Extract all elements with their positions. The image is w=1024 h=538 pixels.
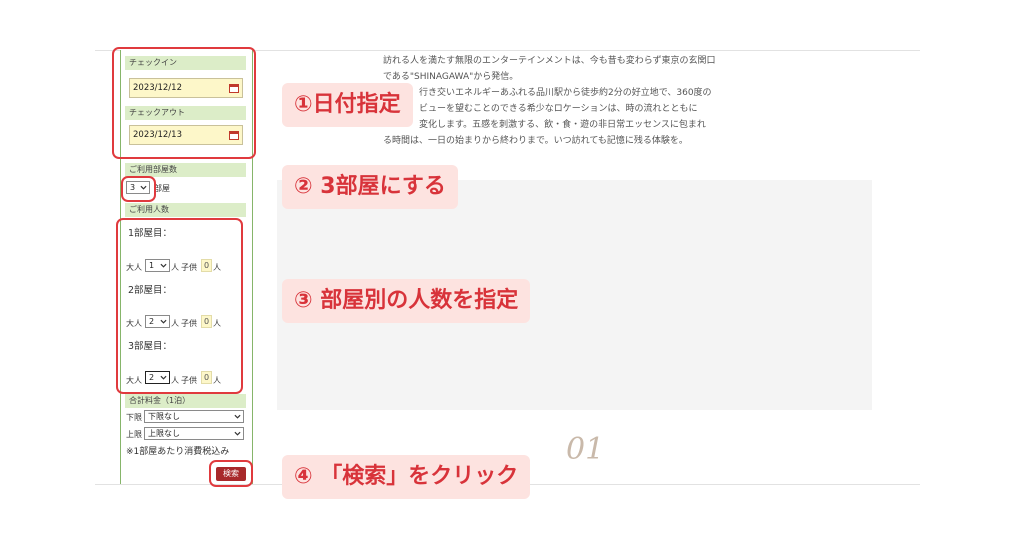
- price-lower-label: 下限: [126, 413, 142, 422]
- chevron-down-icon: [234, 414, 241, 419]
- price-lower-value: 下限なし: [148, 412, 180, 421]
- tax-note: ※1部屋あたり消費税込み: [126, 447, 230, 457]
- rooms-unit: 部屋: [154, 184, 170, 193]
- people-highlight-box: [116, 218, 243, 394]
- price-upper-value: 上限なし: [148, 429, 180, 438]
- rooms-heading: ご利用部屋数: [125, 163, 246, 177]
- step-3-label: ③ 部屋別の人数を指定: [282, 279, 531, 323]
- price-lower-select[interactable]: 下限なし: [144, 410, 244, 423]
- section-number: 01: [566, 432, 605, 467]
- step-4-label: ④ 「検索」をクリック: [282, 455, 531, 499]
- chevron-down-icon: [234, 431, 241, 436]
- people-heading: ご利用人数: [125, 203, 246, 217]
- intro-line-3: 行き交いエネルギーあふれる品川駅から徒歩約2分の好立地で、360度の: [383, 88, 712, 98]
- rooms-highlight-box: [121, 176, 156, 202]
- date-highlight-box: [112, 47, 256, 159]
- intro-line-6: る時間は、一日の始まりから終わりまで。いつ訪れても記憶に残る体験を。: [383, 136, 688, 146]
- price-upper-label: 上限: [126, 430, 142, 439]
- step-1-label: ①日付指定: [282, 83, 413, 127]
- search-highlight-box: [209, 460, 253, 487]
- price-upper-select[interactable]: 上限なし: [144, 427, 244, 440]
- intro-line-5: 変化します。五感を刺激する、飲・食・遊の非日常エッセンスに包まれ: [383, 120, 706, 130]
- intro-line-1: 訪れる人を満たす無限のエンターテインメントは、今も昔も変わらず東京の玄関口: [383, 56, 716, 66]
- intro-line-4: ビューを望むことのできる希少なロケーションは、時の流れとともに: [383, 104, 698, 114]
- price-heading: 合計料金（1泊）: [125, 394, 246, 408]
- step-2-label: ② 3部屋にする: [282, 165, 458, 209]
